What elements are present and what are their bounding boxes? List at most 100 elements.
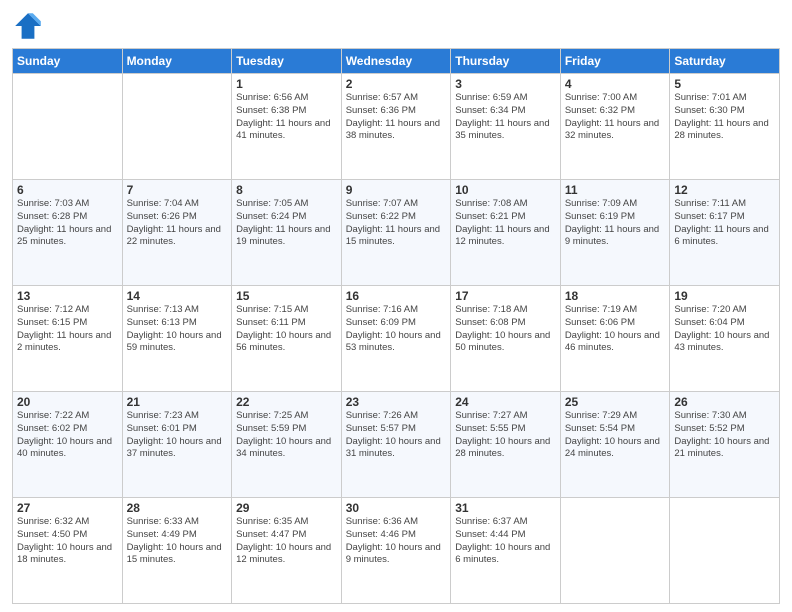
day-info: Sunrise: 6:36 AMSunset: 4:46 PMDaylight:…	[346, 516, 447, 567]
page: SundayMondayTuesdayWednesdayThursdayFrid…	[0, 0, 792, 612]
weekday-header: Sunday	[13, 49, 123, 74]
weekday-header: Monday	[122, 49, 232, 74]
day-info: Sunrise: 7:12 AMSunset: 6:15 PMDaylight:…	[17, 304, 118, 355]
header	[12, 10, 780, 42]
day-number: 26	[674, 395, 775, 409]
day-info: Sunrise: 7:05 AMSunset: 6:24 PMDaylight:…	[236, 198, 337, 249]
day-info: Sunrise: 7:13 AMSunset: 6:13 PMDaylight:…	[127, 304, 228, 355]
calendar-cell: 14Sunrise: 7:13 AMSunset: 6:13 PMDayligh…	[122, 286, 232, 392]
day-number: 17	[455, 289, 556, 303]
weekday-header: Saturday	[670, 49, 780, 74]
day-info: Sunrise: 7:19 AMSunset: 6:06 PMDaylight:…	[565, 304, 666, 355]
day-number: 29	[236, 501, 337, 515]
calendar-cell	[560, 498, 670, 604]
day-info: Sunrise: 6:32 AMSunset: 4:50 PMDaylight:…	[17, 516, 118, 567]
day-info: Sunrise: 7:03 AMSunset: 6:28 PMDaylight:…	[17, 198, 118, 249]
calendar-cell: 25Sunrise: 7:29 AMSunset: 5:54 PMDayligh…	[560, 392, 670, 498]
day-number: 13	[17, 289, 118, 303]
day-info: Sunrise: 6:56 AMSunset: 6:38 PMDaylight:…	[236, 92, 337, 143]
calendar-cell: 1Sunrise: 6:56 AMSunset: 6:38 PMDaylight…	[232, 74, 342, 180]
weekday-header: Wednesday	[341, 49, 451, 74]
day-info: Sunrise: 6:37 AMSunset: 4:44 PMDaylight:…	[455, 516, 556, 567]
calendar-cell: 26Sunrise: 7:30 AMSunset: 5:52 PMDayligh…	[670, 392, 780, 498]
calendar-cell: 23Sunrise: 7:26 AMSunset: 5:57 PMDayligh…	[341, 392, 451, 498]
day-info: Sunrise: 7:29 AMSunset: 5:54 PMDaylight:…	[565, 410, 666, 461]
day-number: 8	[236, 183, 337, 197]
day-number: 1	[236, 77, 337, 91]
day-info: Sunrise: 7:16 AMSunset: 6:09 PMDaylight:…	[346, 304, 447, 355]
day-info: Sunrise: 7:22 AMSunset: 6:02 PMDaylight:…	[17, 410, 118, 461]
day-number: 3	[455, 77, 556, 91]
day-number: 15	[236, 289, 337, 303]
day-number: 20	[17, 395, 118, 409]
day-info: Sunrise: 7:26 AMSunset: 5:57 PMDaylight:…	[346, 410, 447, 461]
day-number: 4	[565, 77, 666, 91]
day-number: 5	[674, 77, 775, 91]
day-info: Sunrise: 7:27 AMSunset: 5:55 PMDaylight:…	[455, 410, 556, 461]
calendar-table: SundayMondayTuesdayWednesdayThursdayFrid…	[12, 48, 780, 604]
calendar-cell: 22Sunrise: 7:25 AMSunset: 5:59 PMDayligh…	[232, 392, 342, 498]
day-number: 9	[346, 183, 447, 197]
day-info: Sunrise: 7:20 AMSunset: 6:04 PMDaylight:…	[674, 304, 775, 355]
calendar-cell: 15Sunrise: 7:15 AMSunset: 6:11 PMDayligh…	[232, 286, 342, 392]
logo-icon	[12, 10, 44, 42]
calendar-cell: 9Sunrise: 7:07 AMSunset: 6:22 PMDaylight…	[341, 180, 451, 286]
day-info: Sunrise: 6:59 AMSunset: 6:34 PMDaylight:…	[455, 92, 556, 143]
calendar-week-row: 27Sunrise: 6:32 AMSunset: 4:50 PMDayligh…	[13, 498, 780, 604]
calendar-cell: 3Sunrise: 6:59 AMSunset: 6:34 PMDaylight…	[451, 74, 561, 180]
day-number: 28	[127, 501, 228, 515]
day-number: 23	[346, 395, 447, 409]
day-info: Sunrise: 7:00 AMSunset: 6:32 PMDaylight:…	[565, 92, 666, 143]
calendar-cell: 8Sunrise: 7:05 AMSunset: 6:24 PMDaylight…	[232, 180, 342, 286]
calendar-cell: 31Sunrise: 6:37 AMSunset: 4:44 PMDayligh…	[451, 498, 561, 604]
day-number: 14	[127, 289, 228, 303]
calendar-cell: 16Sunrise: 7:16 AMSunset: 6:09 PMDayligh…	[341, 286, 451, 392]
day-info: Sunrise: 7:25 AMSunset: 5:59 PMDaylight:…	[236, 410, 337, 461]
day-info: Sunrise: 7:30 AMSunset: 5:52 PMDaylight:…	[674, 410, 775, 461]
day-info: Sunrise: 7:08 AMSunset: 6:21 PMDaylight:…	[455, 198, 556, 249]
calendar-cell: 2Sunrise: 6:57 AMSunset: 6:36 PMDaylight…	[341, 74, 451, 180]
day-number: 11	[565, 183, 666, 197]
weekday-header: Thursday	[451, 49, 561, 74]
day-number: 24	[455, 395, 556, 409]
calendar-cell: 27Sunrise: 6:32 AMSunset: 4:50 PMDayligh…	[13, 498, 123, 604]
calendar-week-row: 13Sunrise: 7:12 AMSunset: 6:15 PMDayligh…	[13, 286, 780, 392]
day-info: Sunrise: 7:01 AMSunset: 6:30 PMDaylight:…	[674, 92, 775, 143]
calendar-cell: 11Sunrise: 7:09 AMSunset: 6:19 PMDayligh…	[560, 180, 670, 286]
weekday-header: Tuesday	[232, 49, 342, 74]
day-info: Sunrise: 7:09 AMSunset: 6:19 PMDaylight:…	[565, 198, 666, 249]
day-number: 25	[565, 395, 666, 409]
day-info: Sunrise: 7:07 AMSunset: 6:22 PMDaylight:…	[346, 198, 447, 249]
calendar-cell: 28Sunrise: 6:33 AMSunset: 4:49 PMDayligh…	[122, 498, 232, 604]
day-number: 27	[17, 501, 118, 515]
day-number: 16	[346, 289, 447, 303]
day-info: Sunrise: 7:11 AMSunset: 6:17 PMDaylight:…	[674, 198, 775, 249]
calendar-cell	[122, 74, 232, 180]
day-number: 19	[674, 289, 775, 303]
calendar-cell: 18Sunrise: 7:19 AMSunset: 6:06 PMDayligh…	[560, 286, 670, 392]
day-number: 31	[455, 501, 556, 515]
day-info: Sunrise: 6:35 AMSunset: 4:47 PMDaylight:…	[236, 516, 337, 567]
calendar-cell	[13, 74, 123, 180]
calendar-cell: 13Sunrise: 7:12 AMSunset: 6:15 PMDayligh…	[13, 286, 123, 392]
calendar-header-row: SundayMondayTuesdayWednesdayThursdayFrid…	[13, 49, 780, 74]
day-number: 10	[455, 183, 556, 197]
calendar-week-row: 1Sunrise: 6:56 AMSunset: 6:38 PMDaylight…	[13, 74, 780, 180]
calendar-cell: 24Sunrise: 7:27 AMSunset: 5:55 PMDayligh…	[451, 392, 561, 498]
day-info: Sunrise: 6:57 AMSunset: 6:36 PMDaylight:…	[346, 92, 447, 143]
day-number: 6	[17, 183, 118, 197]
day-info: Sunrise: 7:04 AMSunset: 6:26 PMDaylight:…	[127, 198, 228, 249]
day-info: Sunrise: 7:18 AMSunset: 6:08 PMDaylight:…	[455, 304, 556, 355]
day-number: 18	[565, 289, 666, 303]
calendar-cell: 21Sunrise: 7:23 AMSunset: 6:01 PMDayligh…	[122, 392, 232, 498]
calendar-cell: 7Sunrise: 7:04 AMSunset: 6:26 PMDaylight…	[122, 180, 232, 286]
calendar-cell: 17Sunrise: 7:18 AMSunset: 6:08 PMDayligh…	[451, 286, 561, 392]
calendar-cell: 20Sunrise: 7:22 AMSunset: 6:02 PMDayligh…	[13, 392, 123, 498]
day-number: 12	[674, 183, 775, 197]
calendar-cell: 30Sunrise: 6:36 AMSunset: 4:46 PMDayligh…	[341, 498, 451, 604]
day-number: 2	[346, 77, 447, 91]
day-info: Sunrise: 7:23 AMSunset: 6:01 PMDaylight:…	[127, 410, 228, 461]
calendar-cell: 10Sunrise: 7:08 AMSunset: 6:21 PMDayligh…	[451, 180, 561, 286]
day-info: Sunrise: 6:33 AMSunset: 4:49 PMDaylight:…	[127, 516, 228, 567]
day-number: 7	[127, 183, 228, 197]
